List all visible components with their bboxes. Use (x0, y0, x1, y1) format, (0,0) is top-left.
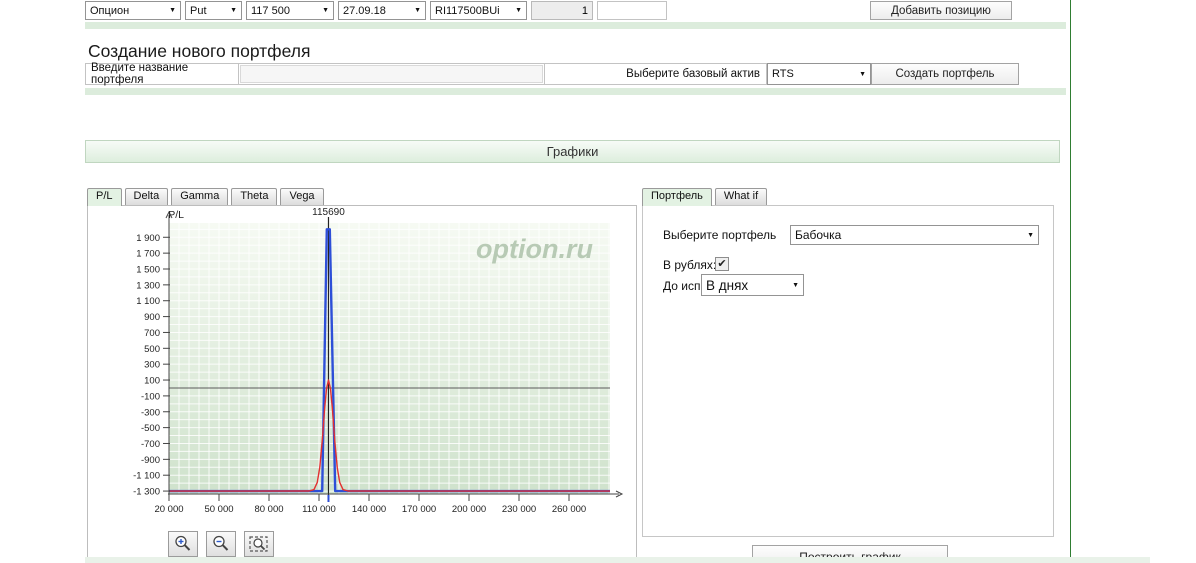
chevron-down-icon: ▼ (1027, 231, 1034, 239)
content-right-border (1070, 0, 1071, 563)
create-portfolio-heading: Создание нового портфеля (88, 41, 311, 61)
svg-text:-1 100: -1 100 (133, 471, 160, 482)
svg-text:-1 300: -1 300 (133, 487, 160, 498)
strike-select[interactable]: 117 500 ▼ (246, 1, 334, 20)
row-separator (85, 88, 1066, 95)
row-separator (85, 22, 1066, 29)
svg-text:1 500: 1 500 (136, 264, 160, 275)
svg-text:200 000: 200 000 (452, 504, 486, 515)
svg-text:1 700: 1 700 (136, 249, 160, 260)
chevron-down-icon: ▼ (859, 70, 866, 78)
chevron-down-icon: ▼ (322, 7, 329, 14)
svg-text:P/L: P/L (168, 209, 184, 221)
portfolio-name-input[interactable] (240, 65, 543, 83)
tab-pl[interactable]: P/L (87, 188, 122, 206)
direction-value: Put (190, 4, 207, 17)
select-portfolio-label: Выберите портфель (663, 228, 777, 242)
zoom-selection-icon (249, 536, 268, 552)
svg-text:110 000: 110 000 (302, 504, 336, 515)
chart-zoom-controls (168, 531, 274, 557)
zoom-in-icon (175, 535, 191, 551)
svg-text:700: 700 (144, 328, 160, 339)
svg-text:1 300: 1 300 (136, 280, 160, 291)
tab-vega[interactable]: Vega (280, 188, 324, 205)
portfolio-select-value: Бабочка (795, 228, 842, 242)
svg-text:100: 100 (144, 376, 160, 387)
price-input[interactable] (597, 1, 667, 20)
days-select[interactable]: В днях ▼ (701, 274, 804, 296)
chevron-down-icon: ▼ (169, 7, 176, 14)
svg-text:500: 500 (144, 344, 160, 355)
portfolio-panel: Выберите портфель Бабочка ▼ В рублях: ✔ … (642, 205, 1054, 537)
instrument-type-select[interactable]: Опцион ▼ (85, 1, 181, 20)
ticker-value: RI117500BUi (435, 4, 500, 17)
tab-portfolio[interactable]: Портфель (642, 188, 712, 206)
base-asset-select[interactable]: RTS ▼ (767, 63, 871, 85)
svg-text:900: 900 (144, 312, 160, 323)
svg-text:-500: -500 (141, 423, 160, 434)
tab-gamma[interactable]: Gamma (171, 188, 229, 205)
expiry-select[interactable]: 27.09.18 ▼ (338, 1, 426, 20)
pl-chart: option.ru 1 900 1 700 1 500 1 300 1 100 900 700… (133, 207, 624, 515)
svg-text:50 000: 50 000 (204, 504, 233, 515)
zoom-out-button[interactable] (206, 531, 236, 557)
chevron-down-icon: ▼ (230, 7, 237, 14)
svg-text:-700: -700 (141, 439, 160, 450)
svg-text:-100: -100 (141, 391, 160, 402)
chart-tabs: P/L Delta Gamma Theta Vega (87, 188, 324, 206)
quantity-input[interactable] (531, 1, 593, 20)
svg-text:170 000: 170 000 (402, 504, 436, 515)
svg-text:115690: 115690 (312, 207, 345, 218)
svg-text:-300: -300 (141, 407, 160, 418)
tab-delta[interactable]: Delta (124, 188, 169, 205)
svg-text:140 000: 140 000 (352, 504, 386, 515)
add-position-button[interactable]: Добавить позицию (870, 1, 1012, 20)
bottom-separator (85, 557, 1150, 563)
rubles-checkbox[interactable]: ✔ (715, 257, 729, 271)
base-asset-label: Выберите базовый актив (545, 63, 767, 85)
chevron-down-icon: ▼ (515, 7, 522, 14)
charts-section-header: Графики (85, 140, 1060, 163)
chevron-down-icon: ▼ (414, 7, 421, 14)
zoom-in-button[interactable] (168, 531, 198, 557)
base-asset-value: RTS (772, 68, 794, 80)
svg-text:1 100: 1 100 (136, 296, 160, 307)
position-entry-row: Опцион ▼ Put ▼ 117 500 ▼ 27.09.18 ▼ RI11… (85, 1, 667, 20)
svg-text:1 900: 1 900 (136, 233, 160, 244)
svg-text:20 000: 20 000 (154, 504, 183, 515)
instrument-type-value: Опцион (90, 4, 130, 17)
expiry-value: 27.09.18 (343, 4, 386, 17)
strike-value: 117 500 (251, 4, 290, 17)
chevron-down-icon: ▼ (792, 281, 799, 289)
svg-text:80 000: 80 000 (254, 504, 283, 515)
portfolio-tabs: Портфель What if (642, 188, 768, 206)
ticker-select[interactable]: RI117500BUi ▼ (430, 1, 527, 20)
create-portfolio-row: Введите название портфеля Выберите базов… (85, 62, 1019, 86)
tab-theta[interactable]: Theta (231, 188, 278, 205)
create-portfolio-button[interactable]: Создать портфель (871, 63, 1019, 85)
svg-text:300: 300 (144, 360, 160, 371)
zoom-out-icon (213, 535, 229, 551)
days-select-value: В днях (706, 277, 749, 293)
page: Опцион ▼ Put ▼ 117 500 ▼ 27.09.18 ▼ RI11… (0, 0, 1196, 563)
tab-what-if[interactable]: What if (714, 188, 768, 205)
direction-select[interactable]: Put ▼ (185, 1, 242, 20)
zoom-selection-button[interactable] (244, 531, 274, 557)
pl-chart-panel: option.ru 1 900 1 700 1 500 1 300 1 100 900 700… (87, 205, 637, 563)
svg-text:option.ru: option.ru (476, 234, 593, 264)
portfolio-select[interactable]: Бабочка ▼ (790, 225, 1039, 245)
svg-text:230 000: 230 000 (502, 504, 536, 515)
rubles-label: В рублях: (663, 258, 717, 272)
svg-text:-900: -900 (141, 455, 160, 466)
portfolio-name-label: Введите название портфеля (85, 62, 239, 86)
svg-text:260 000: 260 000 (552, 504, 586, 515)
